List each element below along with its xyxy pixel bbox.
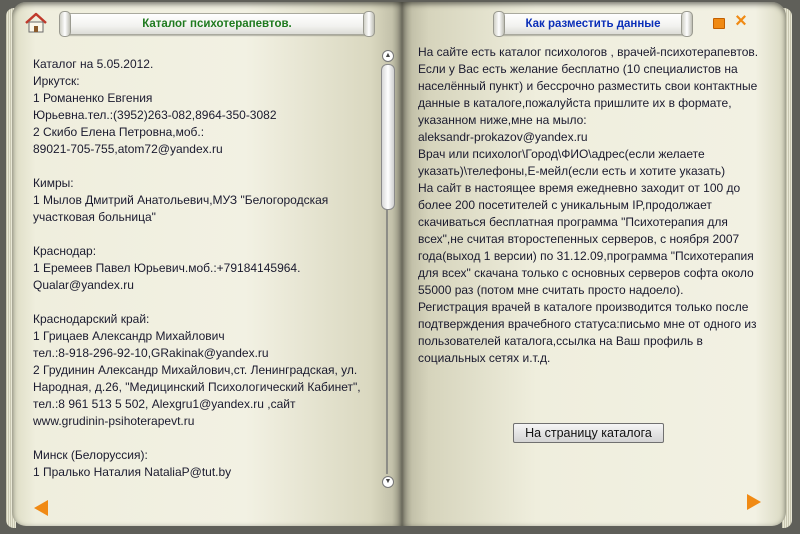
catalog-line: Народная, д.26, "Медицинский Психологиче… [33,380,361,394]
catalog-text-area[interactable]: Каталог на 5.05.2012. Иркутск: 1 Романенко… [33,56,373,486]
scroll-up-icon[interactable]: ▲ [382,50,394,62]
scroll-down-icon[interactable]: ▼ [382,476,394,488]
info-line: aleksandr-prokazov@yandex.ru [418,130,588,144]
catalog-line: 2 Грудинин Александр Михайлович,ст. Лени… [33,363,358,377]
catalog-line: Юрьевна.тел.:(3952)263-082,8964-350-3082 [33,108,277,122]
info-line: Врач или психолог\Город\ФИО\адрес(если ж… [418,147,705,161]
catalog-line [33,430,373,447]
catalog-line [33,158,373,175]
catalog-line: 89021-705-755,atom72@yandex.ru [33,142,223,156]
book-spine [392,2,412,526]
home-button[interactable] [24,12,48,34]
catalog-line: 1 Пралько Наталия NataliaP@tut.by [33,465,232,479]
info-line: года(выход 1 версии) по 31.12.09,програм… [418,249,754,263]
catalog-line [33,226,373,243]
info-line: указать)\телефоны,Е-мейл(если есть и хот… [418,164,726,178]
right-page-title: Как разместить данные [493,11,693,37]
arrow-right-icon[interactable] [747,494,761,510]
arrow-left-icon[interactable] [34,500,48,516]
app-window: Каталог психотерапевтов. Как разместить … [0,0,800,534]
info-line: всех",не считая второстепенных серверов,… [418,232,740,246]
info-line: данные в каталоге,пожалуйста пришлите их… [418,96,732,110]
catalog-line: тел.:8 961 513 5 502, Alexgru1@yandex.ru… [33,397,296,411]
scrollbar-thumb[interactable] [381,64,395,210]
catalog-line: 1 Грицаев Александр Михайлович [33,329,225,343]
close-icon[interactable]: × [733,11,749,31]
catalog-line: участковая больница" [33,210,156,224]
catalog-line: Кимры: [33,176,74,190]
info-line: социальных сетях и.т.д. [418,351,551,365]
info-line: для всех" скачана только с основных серв… [418,266,754,280]
info-line: населённый пункт) и бессрочно разместить… [418,79,758,93]
catalog-line: 1 Еремеев Павел Юрьевич.моб.:+7918414596… [33,261,301,275]
info-line: Если у Вас есть желание бесплатно (10 сп… [418,62,738,76]
catalog-line: Краснодар: [33,244,97,258]
catalog-line: Qualar@yandex.ru [33,278,134,292]
catalog-line: Каталог на 5.05.2012. [33,57,154,71]
info-line: более 200 посетителей с уникальным IP,пр… [418,198,712,212]
catalog-line [33,294,373,311]
catalog-line: Минск (Белоруссия): [33,448,148,462]
catalog-line: 1 Романенко Евгения [33,91,153,105]
catalog-line: 1 Мылов Дмитрий Анатольевич,МУЗ "Белогор… [33,193,329,207]
info-line: 55000 раз (потом мне считать просто надо… [418,283,684,297]
info-line: пользователей каталога,ссылка на Ваш про… [418,334,703,348]
left-page-title-text: Каталог психотерапевтов. [142,18,292,30]
vertical-scrollbar[interactable]: ▲ ▼ [381,50,395,488]
catalog-page-button[interactable]: На страницу каталога [513,423,664,443]
home-icon [25,12,47,33]
catalog-line: Иркутск: [33,74,80,88]
left-page-title: Каталог психотерапевтов. [59,11,375,37]
placement-info-text: На сайте есть каталог психологов , враче… [418,44,763,367]
right-page-title-text: Как разместить данные [525,18,661,30]
info-line: На сайт в настоящее время ежедневно захо… [418,181,741,195]
info-line: скачиваться бесплатная программа "Психот… [418,215,728,229]
info-line: указанном ниже,мне на мыло: [418,113,587,127]
info-line: На сайте есть каталог психологов , враче… [418,45,759,59]
catalog-line: Краснодарский край: [33,312,150,326]
catalog-line: www.grudinin-psihoterapevt.ru [33,414,195,428]
info-line: подтверждения врачебного статуса:письмо … [418,317,757,331]
info-line: Регистрация врачей в каталоге производит… [418,300,749,314]
minimize-icon[interactable] [713,18,725,29]
catalog-line: тел.:8-918-296-92-10,GRakinak@yandex.ru [33,346,269,360]
catalog-line: 2 Скибо Елена Петровна,моб.: [33,125,205,139]
